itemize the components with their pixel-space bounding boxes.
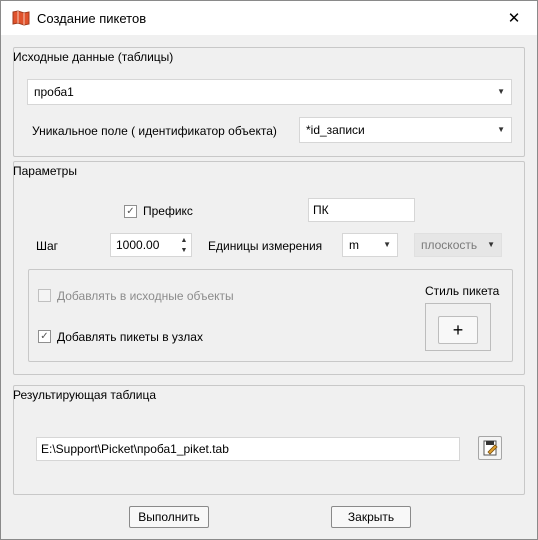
window-title: Создание пикетов (37, 11, 147, 26)
step-label: Шаг (36, 239, 59, 253)
params-legend: Параметры (13, 164, 77, 178)
spin-arrows-icon[interactable]: ▲ ▼ (179, 236, 189, 256)
add-at-nodes-checkbox[interactable]: ✓ (38, 330, 51, 343)
plane-value: плоскость (421, 238, 478, 252)
style-label: Стиль пикета (425, 284, 500, 298)
params-group: Параметры ✓ Префикс ПК Шаг 1000.00 ▲ ▼ Ед… (13, 161, 525, 375)
result-group: Результирующая таблица E:\Support\Picket… (13, 385, 525, 495)
map-book-icon (12, 10, 30, 26)
chevron-down-icon: ▼ (497, 125, 505, 134)
step-spinbox[interactable]: 1000.00 ▲ ▼ (110, 233, 192, 257)
source-group: Исходные данные (таблицы) проба1 ▼ Уника… (13, 47, 525, 157)
prefix-label: Префикс (143, 204, 193, 218)
close-icon[interactable]: ✕ (491, 1, 537, 35)
unique-field-select[interactable]: *id_записи ▼ (299, 117, 512, 143)
file-edit-icon[interactable] (478, 436, 502, 460)
units-select[interactable]: m ▼ (342, 233, 398, 257)
plane-select[interactable]: плоскость ▼ (414, 233, 502, 257)
prefix-value: ПК (313, 203, 329, 217)
units-value: m (349, 238, 359, 252)
add-to-source-label: Добавлять в исходные объекты (57, 289, 234, 303)
source-legend: Исходные данные (таблицы) (13, 50, 174, 64)
result-legend: Результирующая таблица (13, 388, 157, 402)
result-path-input[interactable]: E:\Support\Picket\проба1_piket.tab (36, 437, 460, 461)
result-path-value: E:\Support\Picket\проба1_piket.tab (41, 442, 229, 456)
chevron-down-icon: ▼ (497, 87, 505, 96)
unique-field-value: *id_записи (306, 123, 365, 137)
prefix-checkbox[interactable]: ✓ (124, 205, 137, 218)
style-button[interactable]: + (438, 316, 478, 344)
run-button[interactable]: Выполнить (129, 506, 209, 528)
chevron-down-icon: ▼ (487, 240, 495, 249)
unique-field-label: Уникальное поле ( идентификатор объекта) (32, 124, 277, 138)
source-table-value: проба1 (34, 85, 74, 99)
add-at-nodes-label: Добавлять пикеты в узлах (57, 330, 203, 344)
source-table-select[interactable]: проба1 ▼ (27, 79, 512, 105)
add-to-source-checkbox[interactable] (38, 289, 51, 302)
title-bar: Создание пикетов ✕ (1, 1, 537, 35)
chevron-down-icon: ▼ (383, 240, 391, 249)
dialog-window: Создание пикетов ✕ Исходные данные (табл… (0, 0, 538, 540)
close-button[interactable]: Закрыть (331, 506, 411, 528)
prefix-input[interactable]: ПК (308, 198, 415, 222)
units-label: Единицы измерения (208, 239, 323, 253)
step-value: 1000.00 (116, 238, 160, 252)
